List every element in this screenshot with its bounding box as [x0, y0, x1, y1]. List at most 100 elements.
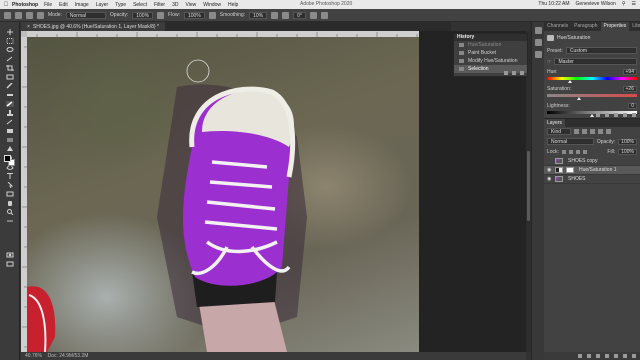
- hand-tool-icon[interactable]: [6, 200, 14, 206]
- brush-preset-icon[interactable]: [26, 11, 33, 19]
- tab-libraries[interactable]: Libraries: [629, 22, 640, 31]
- history-brush-tool-icon[interactable]: [6, 119, 14, 125]
- brush-settings-icon[interactable]: [37, 11, 44, 19]
- clone-stamp-tool-icon[interactable]: [6, 110, 14, 116]
- eye-icon[interactable]: ◉: [547, 168, 552, 173]
- saturation-slider-knob[interactable]: [577, 97, 581, 100]
- menu-edit[interactable]: Edit: [59, 2, 68, 8]
- type-tool-icon[interactable]: [6, 173, 14, 179]
- menu-image[interactable]: Image: [75, 2, 89, 8]
- search-icon[interactable]: ⚲: [622, 1, 626, 7]
- trash-icon[interactable]: [520, 71, 524, 75]
- menu-filter[interactable]: Filter: [154, 2, 165, 8]
- trash-icon[interactable]: [632, 354, 636, 358]
- view-previous-icon[interactable]: [605, 112, 609, 117]
- apple-menu-icon[interactable]: : [0, 2, 12, 8]
- close-icon[interactable]: ×: [27, 24, 30, 30]
- lock-image-icon[interactable]: [568, 150, 573, 154]
- hue-input[interactable]: +94: [622, 69, 637, 75]
- opacity-input[interactable]: 100%: [132, 11, 154, 19]
- tab-properties[interactable]: Properties: [600, 22, 630, 31]
- gradient-tool-icon[interactable]: [6, 137, 14, 143]
- history-row[interactable]: Hue/Saturation: [454, 41, 527, 49]
- saturation-slider[interactable]: [547, 94, 637, 100]
- airbrush-icon[interactable]: [208, 11, 216, 19]
- clip-to-layer-icon[interactable]: [596, 112, 600, 117]
- app-menu[interactable]: Photoshop: [12, 2, 38, 8]
- link-layers-icon[interactable]: [578, 354, 582, 358]
- healing-brush-tool-icon[interactable]: [6, 92, 14, 98]
- blend-mode-select[interactable]: Normal: [547, 138, 594, 145]
- pressure-size-icon[interactable]: [309, 11, 317, 19]
- smart-object-filter-icon[interactable]: [606, 129, 611, 134]
- path-selection-tool-icon[interactable]: [6, 182, 14, 188]
- angle-input[interactable]: 0°: [293, 11, 306, 19]
- layer-kind-select[interactable]: Kind: [547, 128, 571, 135]
- menu-type[interactable]: Type: [115, 2, 126, 8]
- lasso-tool-icon[interactable]: [6, 47, 14, 53]
- crop-tool-icon[interactable]: [6, 65, 14, 71]
- pixel-filter-icon[interactable]: [574, 129, 579, 134]
- zoom-tool-icon[interactable]: [6, 209, 14, 215]
- adjustment-filter-icon[interactable]: [582, 129, 587, 134]
- smoothing-input[interactable]: 10%: [249, 11, 268, 19]
- preset-select[interactable]: Custom: [565, 47, 637, 54]
- lock-all-icon[interactable]: [582, 150, 587, 154]
- menu-file[interactable]: File: [44, 2, 52, 8]
- channel-select[interactable]: Master: [554, 58, 637, 65]
- menu-select[interactable]: Select: [133, 2, 147, 8]
- blur-tool-icon[interactable]: [6, 146, 14, 152]
- new-group-icon[interactable]: [614, 354, 618, 358]
- doc-size[interactable]: Doc: 24.9M/53.2M: [48, 353, 89, 359]
- layer-row[interactable]: ◉ SHOES: [544, 175, 640, 184]
- layer-name[interactable]: SHOES copy: [568, 158, 597, 164]
- marquee-tool-icon[interactable]: [6, 38, 14, 44]
- tab-channels[interactable]: Channels: [544, 22, 571, 31]
- eyedropper-tool-icon[interactable]: [6, 83, 14, 89]
- tab-paragraph[interactable]: Paragraph: [571, 22, 600, 31]
- history-panel-icon[interactable]: [535, 27, 542, 34]
- history-panel-title[interactable]: History: [454, 34, 527, 41]
- pressure-opacity-icon[interactable]: [157, 11, 165, 19]
- reset-icon[interactable]: [614, 112, 618, 117]
- flow-input[interactable]: 100%: [184, 11, 205, 19]
- lock-transparent-icon[interactable]: [561, 150, 566, 154]
- add-mask-icon[interactable]: [596, 354, 600, 358]
- menu-layer[interactable]: Layer: [96, 2, 109, 8]
- brush-tool-icon[interactable]: [6, 101, 14, 107]
- layer-opacity-input[interactable]: 100%: [618, 138, 637, 145]
- menu-window[interactable]: Window: [203, 2, 221, 8]
- menu-help[interactable]: Help: [228, 2, 238, 8]
- type-filter-icon[interactable]: [590, 129, 595, 134]
- fill-input[interactable]: 100%: [618, 149, 637, 155]
- foreground-color-swatch[interactable]: [4, 155, 11, 162]
- hue-slider-knob[interactable]: [568, 80, 572, 83]
- hue-slider[interactable]: [547, 77, 637, 83]
- zoom-level[interactable]: 40.76%: [25, 353, 42, 359]
- lock-position-icon[interactable]: [575, 150, 580, 154]
- menu-view[interactable]: View: [186, 2, 197, 8]
- screen-mode-icon[interactable]: [6, 261, 14, 267]
- brush-settings-panel-icon[interactable]: [535, 39, 542, 46]
- menu-3d[interactable]: 3D: [172, 2, 178, 8]
- user-name[interactable]: Genevieve Wilson: [576, 1, 616, 7]
- home-icon[interactable]: [4, 11, 11, 19]
- layer-row[interactable]: SHOES copy: [544, 157, 640, 166]
- frame-tool-icon[interactable]: [6, 74, 14, 80]
- delete-adjustment-icon[interactable]: [632, 112, 636, 117]
- target-adjust-icon[interactable]: ☞: [547, 59, 551, 65]
- quick-select-tool-icon[interactable]: [6, 56, 14, 62]
- eye-icon[interactable]: ◉: [547, 177, 552, 182]
- smoothing-options-icon[interactable]: [271, 11, 279, 19]
- layer-name[interactable]: SHOES: [568, 176, 586, 182]
- scrollbar-thumb[interactable]: [527, 151, 530, 221]
- quick-mask-icon[interactable]: [6, 252, 14, 258]
- new-layer-icon[interactable]: [623, 354, 627, 358]
- rectangle-tool-icon[interactable]: [6, 191, 14, 197]
- history-row[interactable]: Modify Hue/Saturation Layer: [454, 57, 527, 72]
- layer-style-icon[interactable]: [587, 354, 591, 358]
- lightness-input[interactable]: 0: [628, 103, 637, 109]
- layer-row[interactable]: ◉ Hue/Saturation 1: [544, 166, 640, 175]
- visibility-icon[interactable]: [623, 112, 627, 117]
- snapshot-icon[interactable]: [512, 71, 516, 75]
